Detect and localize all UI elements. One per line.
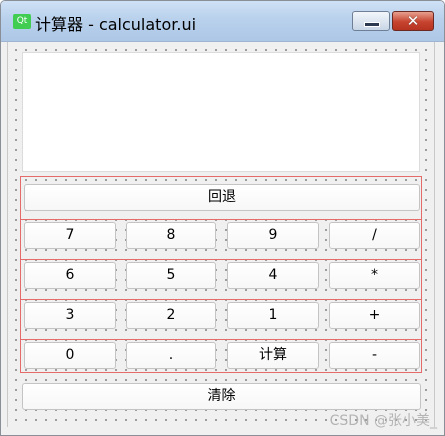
close-button[interactable]: ✕	[392, 11, 434, 31]
key-label: 3	[65, 307, 75, 323]
key-minus-button[interactable]: -	[329, 342, 420, 369]
key-label: 计算	[259, 347, 287, 363]
key-label: .	[168, 347, 174, 363]
key-5-button[interactable]: 5	[126, 262, 216, 289]
key-dot-button[interactable]: .	[126, 342, 216, 369]
row-divider	[20, 299, 422, 300]
row-divider	[20, 259, 422, 260]
key-7-button[interactable]: 7	[24, 222, 116, 249]
key-multiply-button[interactable]: *	[329, 262, 420, 289]
row-divider	[20, 219, 422, 220]
key-label: 9	[268, 227, 278, 243]
key-1-button[interactable]: 1	[227, 302, 319, 329]
close-icon: ✕	[406, 12, 420, 30]
key-3-button[interactable]: 3	[24, 302, 116, 329]
clear-button-label: 清除	[207, 388, 236, 404]
minimize-icon	[364, 22, 380, 27]
key-label: *	[371, 267, 378, 283]
key-label: 4	[268, 267, 278, 283]
calculate-button[interactable]: 计算	[227, 342, 319, 369]
key-label: 6	[65, 267, 75, 283]
key-label: /	[372, 227, 377, 243]
window-title: 计算器 - calculator.ui	[35, 15, 197, 34]
result-display[interactable]	[22, 52, 420, 172]
key-8-button[interactable]: 8	[126, 222, 216, 249]
minimize-button[interactable]	[352, 11, 390, 31]
key-label: 8	[166, 227, 176, 243]
clear-button[interactable]: 清除	[22, 383, 421, 410]
watermark: CSDN @张小美_	[329, 413, 437, 429]
key-9-button[interactable]: 9	[227, 222, 319, 249]
key-label: 7	[65, 227, 75, 243]
key-plus-button[interactable]: +	[329, 302, 420, 329]
key-divide-button[interactable]: /	[329, 222, 420, 249]
row-divider	[20, 339, 422, 340]
key-2-button[interactable]: 2	[126, 302, 216, 329]
key-label: +	[368, 307, 381, 323]
key-6-button[interactable]: 6	[24, 262, 116, 289]
key-4-button[interactable]: 4	[227, 262, 319, 289]
key-label: 5	[166, 267, 176, 283]
key-label: 1	[268, 307, 278, 323]
key-label: -	[371, 347, 378, 363]
key-0-button[interactable]: 0	[24, 342, 116, 369]
qt-app-icon: Qt	[13, 14, 31, 29]
key-label: 2	[166, 307, 176, 323]
key-label: 0	[65, 347, 75, 363]
title-bar[interactable]: Qt 计算器 - calculator.ui ✕	[1, 1, 444, 42]
